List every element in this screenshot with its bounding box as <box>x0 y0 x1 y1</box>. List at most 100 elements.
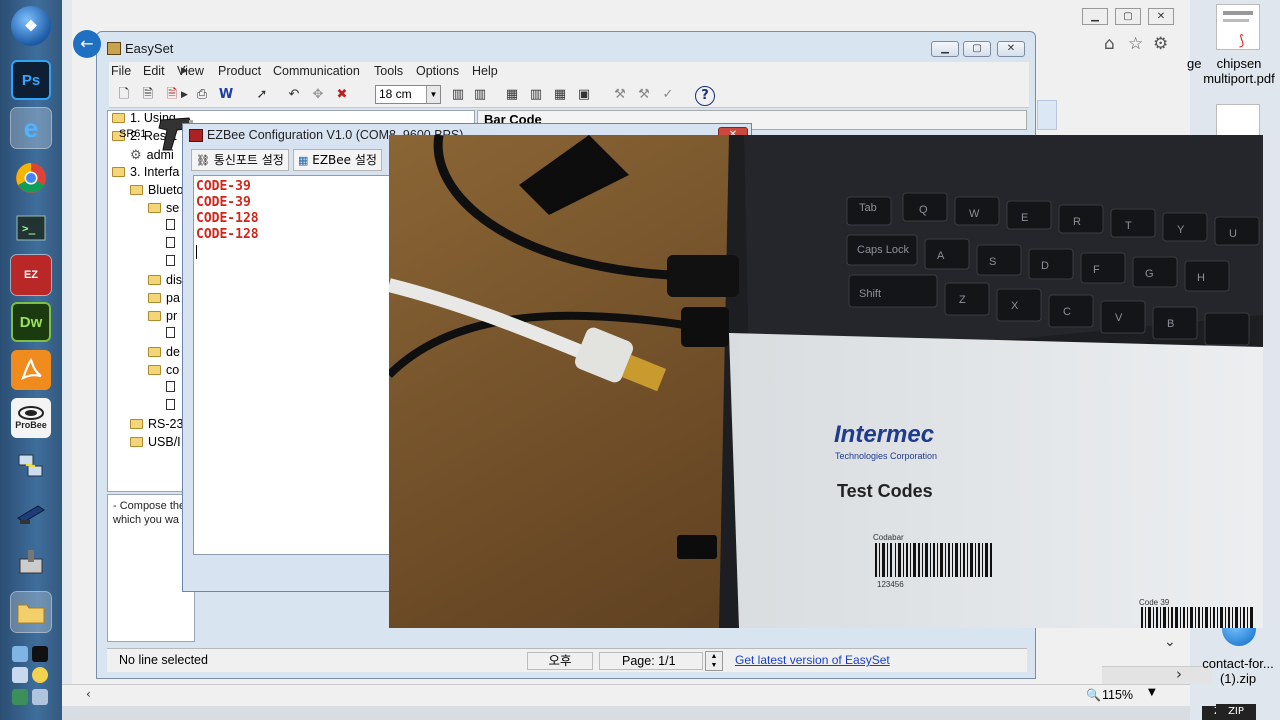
tree-item[interactable]: USB/I <box>130 435 181 449</box>
word-export-icon[interactable]: W <box>217 86 235 104</box>
tree-item[interactable]: RS-23 <box>130 417 183 431</box>
barcode-icon[interactable]: ▥ <box>471 86 489 104</box>
small-app-icon[interactable] <box>32 667 48 683</box>
tree-item[interactable] <box>166 255 180 266</box>
remove-icon[interactable]: ✖ <box>333 86 351 104</box>
camera-doc-title: Test Codes <box>837 481 933 501</box>
network-icon[interactable] <box>11 446 51 486</box>
zoom-value: 18 cm <box>379 87 412 101</box>
undo-icon[interactable]: ↶ <box>285 86 303 104</box>
home-icon[interactable]: ⌂ <box>1104 34 1115 54</box>
status-bar: No line selected 오후 Page: 1/1 ▲ ▼ Get lat… <box>107 648 1027 672</box>
key-t: T <box>1125 220 1132 232</box>
pointer-icon[interactable]: ➚ <box>253 86 271 104</box>
help-icon[interactable]: ? <box>695 86 715 106</box>
tree-item[interactable]: pa <box>148 291 180 305</box>
pdf-file-icon[interactable]: ⟆ <box>1216 4 1260 50</box>
dreamweaver-icon[interactable]: Dw <box>11 302 51 342</box>
zoom-select[interactable]: 18 cm ▼ <box>375 85 441 104</box>
delete-file-icon[interactable]: 🗎 <box>163 86 181 104</box>
check-icon[interactable]: ✓ <box>659 86 677 104</box>
desktop-file-zip-label[interactable]: contact-for... (1).zip <box>1196 656 1280 686</box>
small-app-icon[interactable] <box>32 646 48 662</box>
tab-port-settings[interactable]: ⛓ 통신포트 설정 <box>191 149 289 171</box>
maximize-button[interactable]: ▢ <box>963 41 991 57</box>
ezbee-icon[interactable]: EZ <box>10 254 52 296</box>
windows-start-orb-icon[interactable]: ❖ <box>11 6 51 46</box>
folder-icon <box>148 293 161 303</box>
menu-tools[interactable]: Tools <box>374 64 403 78</box>
tree-item[interactable]: co <box>148 363 179 377</box>
barcode-icon[interactable]: ▦ <box>503 86 521 104</box>
gear-icon: ⚙ <box>130 147 142 162</box>
config-icon[interactable]: ⚒ <box>611 86 629 104</box>
document-file-icon[interactable] <box>1216 104 1260 138</box>
favorites-icon[interactable]: ☆ <box>1128 34 1143 54</box>
small-app-icon[interactable] <box>12 646 28 662</box>
tree-item[interactable] <box>166 237 180 248</box>
new-file-icon[interactable]: 🗋 <box>115 86 133 104</box>
tree-item[interactable]: dis <box>148 273 182 287</box>
menu-help[interactable]: Help <box>472 64 498 78</box>
update-link[interactable]: Get latest version of EasySet <box>735 653 890 667</box>
tree-item[interactable]: se <box>148 201 179 215</box>
small-app-icon[interactable] <box>12 689 28 705</box>
camera-barcode1-label: Codabar <box>873 533 904 542</box>
browser-maximize-button[interactable]: ▢ <box>1115 8 1141 25</box>
zoom-level[interactable]: 115% <box>1102 688 1133 702</box>
tree-item[interactable] <box>166 399 180 410</box>
tree-item[interactable] <box>166 327 180 338</box>
config-icon[interactable]: ⚒ <box>635 86 653 104</box>
tree-item[interactable]: pr <box>148 309 177 323</box>
browser-close-button[interactable]: ✕ <box>1148 8 1174 25</box>
probee-icon[interactable]: ProBee <box>11 398 51 438</box>
layout-icon[interactable]: ▣ <box>575 86 593 104</box>
window-title: EasySet <box>125 41 174 56</box>
close-button[interactable]: ✕ <box>997 41 1025 57</box>
settings-gear-icon[interactable]: ⚙ <box>1153 34 1168 54</box>
menu-product[interactable]: Product <box>218 64 261 78</box>
scanner-device-icon[interactable] <box>11 494 51 534</box>
menu-file[interactable]: File <box>111 64 131 78</box>
tree-item[interactable]: Blueto <box>130 183 183 197</box>
tree-item[interactable]: de <box>148 345 180 359</box>
browser-minimize-button[interactable]: ▁ <box>1082 8 1108 25</box>
scroll-down-icon[interactable]: ⌄ <box>1164 634 1182 652</box>
scroll-left-icon[interactable]: ‹ <box>86 687 91 701</box>
internet-explorer-icon[interactable]: e <box>10 107 52 149</box>
barcode-icon[interactable]: ▥ <box>449 86 467 104</box>
webcam-video-overlay: Tab Q W E R T Y U Caps Lock A S D F G H … <box>389 135 1263 628</box>
tree-item[interactable] <box>166 219 180 230</box>
tools-icon[interactable] <box>11 542 51 582</box>
menu-edit[interactable]: Edit <box>143 64 165 78</box>
barcode-icon[interactable]: ▦ <box>551 86 569 104</box>
scroll-right-icon[interactable]: › <box>1176 665 1182 683</box>
tab-ezbee-settings[interactable]: ▦ EZBee 설정 <box>293 149 382 171</box>
move-icon[interactable]: ✥ <box>309 86 327 104</box>
print-icon[interactable]: ⎙ <box>193 86 211 104</box>
chevron-right-icon[interactable]: ▶ <box>181 66 188 76</box>
barcode-icon[interactable]: ▥ <box>527 86 545 104</box>
zoom-dropdown-icon[interactable]: ▼ <box>1148 687 1156 698</box>
zip-file-icon[interactable]: ZIP <box>1216 704 1256 720</box>
back-arrow-icon[interactable]: ← <box>73 30 101 58</box>
chevron-down-icon[interactable]: ▼ <box>426 86 440 103</box>
menu-communication[interactable]: Communication <box>273 64 360 78</box>
acrobat-icon[interactable] <box>11 350 51 390</box>
desktop-file-pdf-label[interactable]: chipsen multiport.pdf <box>1198 56 1280 86</box>
terminal-icon[interactable]: >_ <box>11 208 51 248</box>
tree-item[interactable]: 3. Interfa <box>112 165 179 179</box>
chevron-right-icon[interactable]: ▶ <box>181 90 188 100</box>
photoshop-icon[interactable]: Ps <box>11 60 51 100</box>
minimize-button[interactable]: ▁ <box>931 41 959 57</box>
chrome-icon[interactable] <box>11 158 51 198</box>
received-data-textarea[interactable]: CODE-39 CODE-39 CODE-128 CODE-128 <box>193 175 393 555</box>
explorer-folder-icon[interactable] <box>10 591 52 633</box>
small-app-icon[interactable] <box>32 689 48 705</box>
open-file-icon[interactable]: 🗎 <box>139 86 157 104</box>
key-c: C <box>1063 306 1071 318</box>
small-app-icon[interactable] <box>12 667 28 683</box>
tree-item[interactable] <box>166 381 180 392</box>
menu-options[interactable]: Options <box>416 64 459 78</box>
page-spinner[interactable]: ▲ ▼ <box>705 651 723 671</box>
